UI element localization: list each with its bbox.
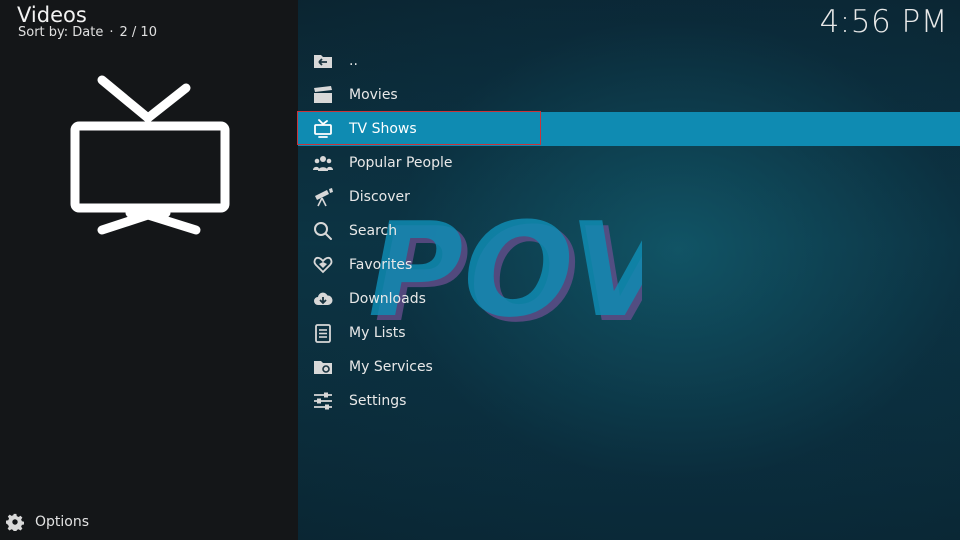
menu-item-label: My Lists (349, 325, 406, 341)
tv-large-icon (70, 75, 230, 235)
sort-info: Sort by: Date · 2 / 10 (18, 25, 157, 40)
menu-item-search[interactable]: Search (298, 214, 960, 248)
menu-item-label: .. (349, 53, 358, 69)
menu-item-favorites[interactable]: Favorites (298, 248, 960, 282)
sort-label[interactable]: Sort by: Date (18, 25, 103, 40)
menu-item-my-services[interactable]: My Services (298, 350, 960, 384)
menu-item-discover[interactable]: Discover (298, 180, 960, 214)
search-icon (312, 220, 334, 242)
menu-item-label: Movies (349, 87, 398, 103)
item-position: 2 / 10 (119, 25, 157, 40)
menu-list: .. Movies TV Shows Popular People Discov… (297, 44, 960, 418)
page-title: Videos (17, 3, 87, 27)
options-button[interactable]: Options (6, 513, 89, 531)
gear-icon (6, 513, 24, 531)
people-icon (312, 152, 334, 174)
options-label: Options (35, 514, 90, 530)
menu-item-tv-shows[interactable]: TV Shows (297, 111, 960, 146)
menu-item-downloads[interactable]: Downloads (298, 282, 960, 316)
telescope-icon (312, 186, 334, 208)
menu-item-movies[interactable]: Movies (298, 78, 960, 112)
sliders-icon (312, 390, 334, 412)
menu-item-label: Search (349, 223, 398, 239)
folder-up-icon (312, 50, 334, 72)
cloud-download-icon (312, 288, 334, 310)
clock: 4:56 PM (819, 4, 948, 40)
menu-item-label: Downloads (349, 291, 426, 307)
menu-item-settings[interactable]: Settings (298, 384, 960, 418)
menu-item-label: Settings (349, 393, 407, 409)
menu-item-label: My Services (349, 359, 433, 375)
menu-item-label: Discover (349, 189, 410, 205)
heart-icon (312, 254, 334, 276)
menu-item-label: Favorites (349, 257, 413, 273)
clapperboard-icon (312, 84, 334, 106)
folder-icon (312, 356, 334, 378)
menu-item-parent[interactable]: .. (298, 44, 960, 78)
menu-item-popular-people[interactable]: Popular People (298, 146, 960, 180)
menu-item-my-lists[interactable]: My Lists (298, 316, 960, 350)
list-icon (312, 322, 334, 344)
menu-item-label: Popular People (349, 155, 453, 171)
focus-outline (297, 111, 541, 145)
